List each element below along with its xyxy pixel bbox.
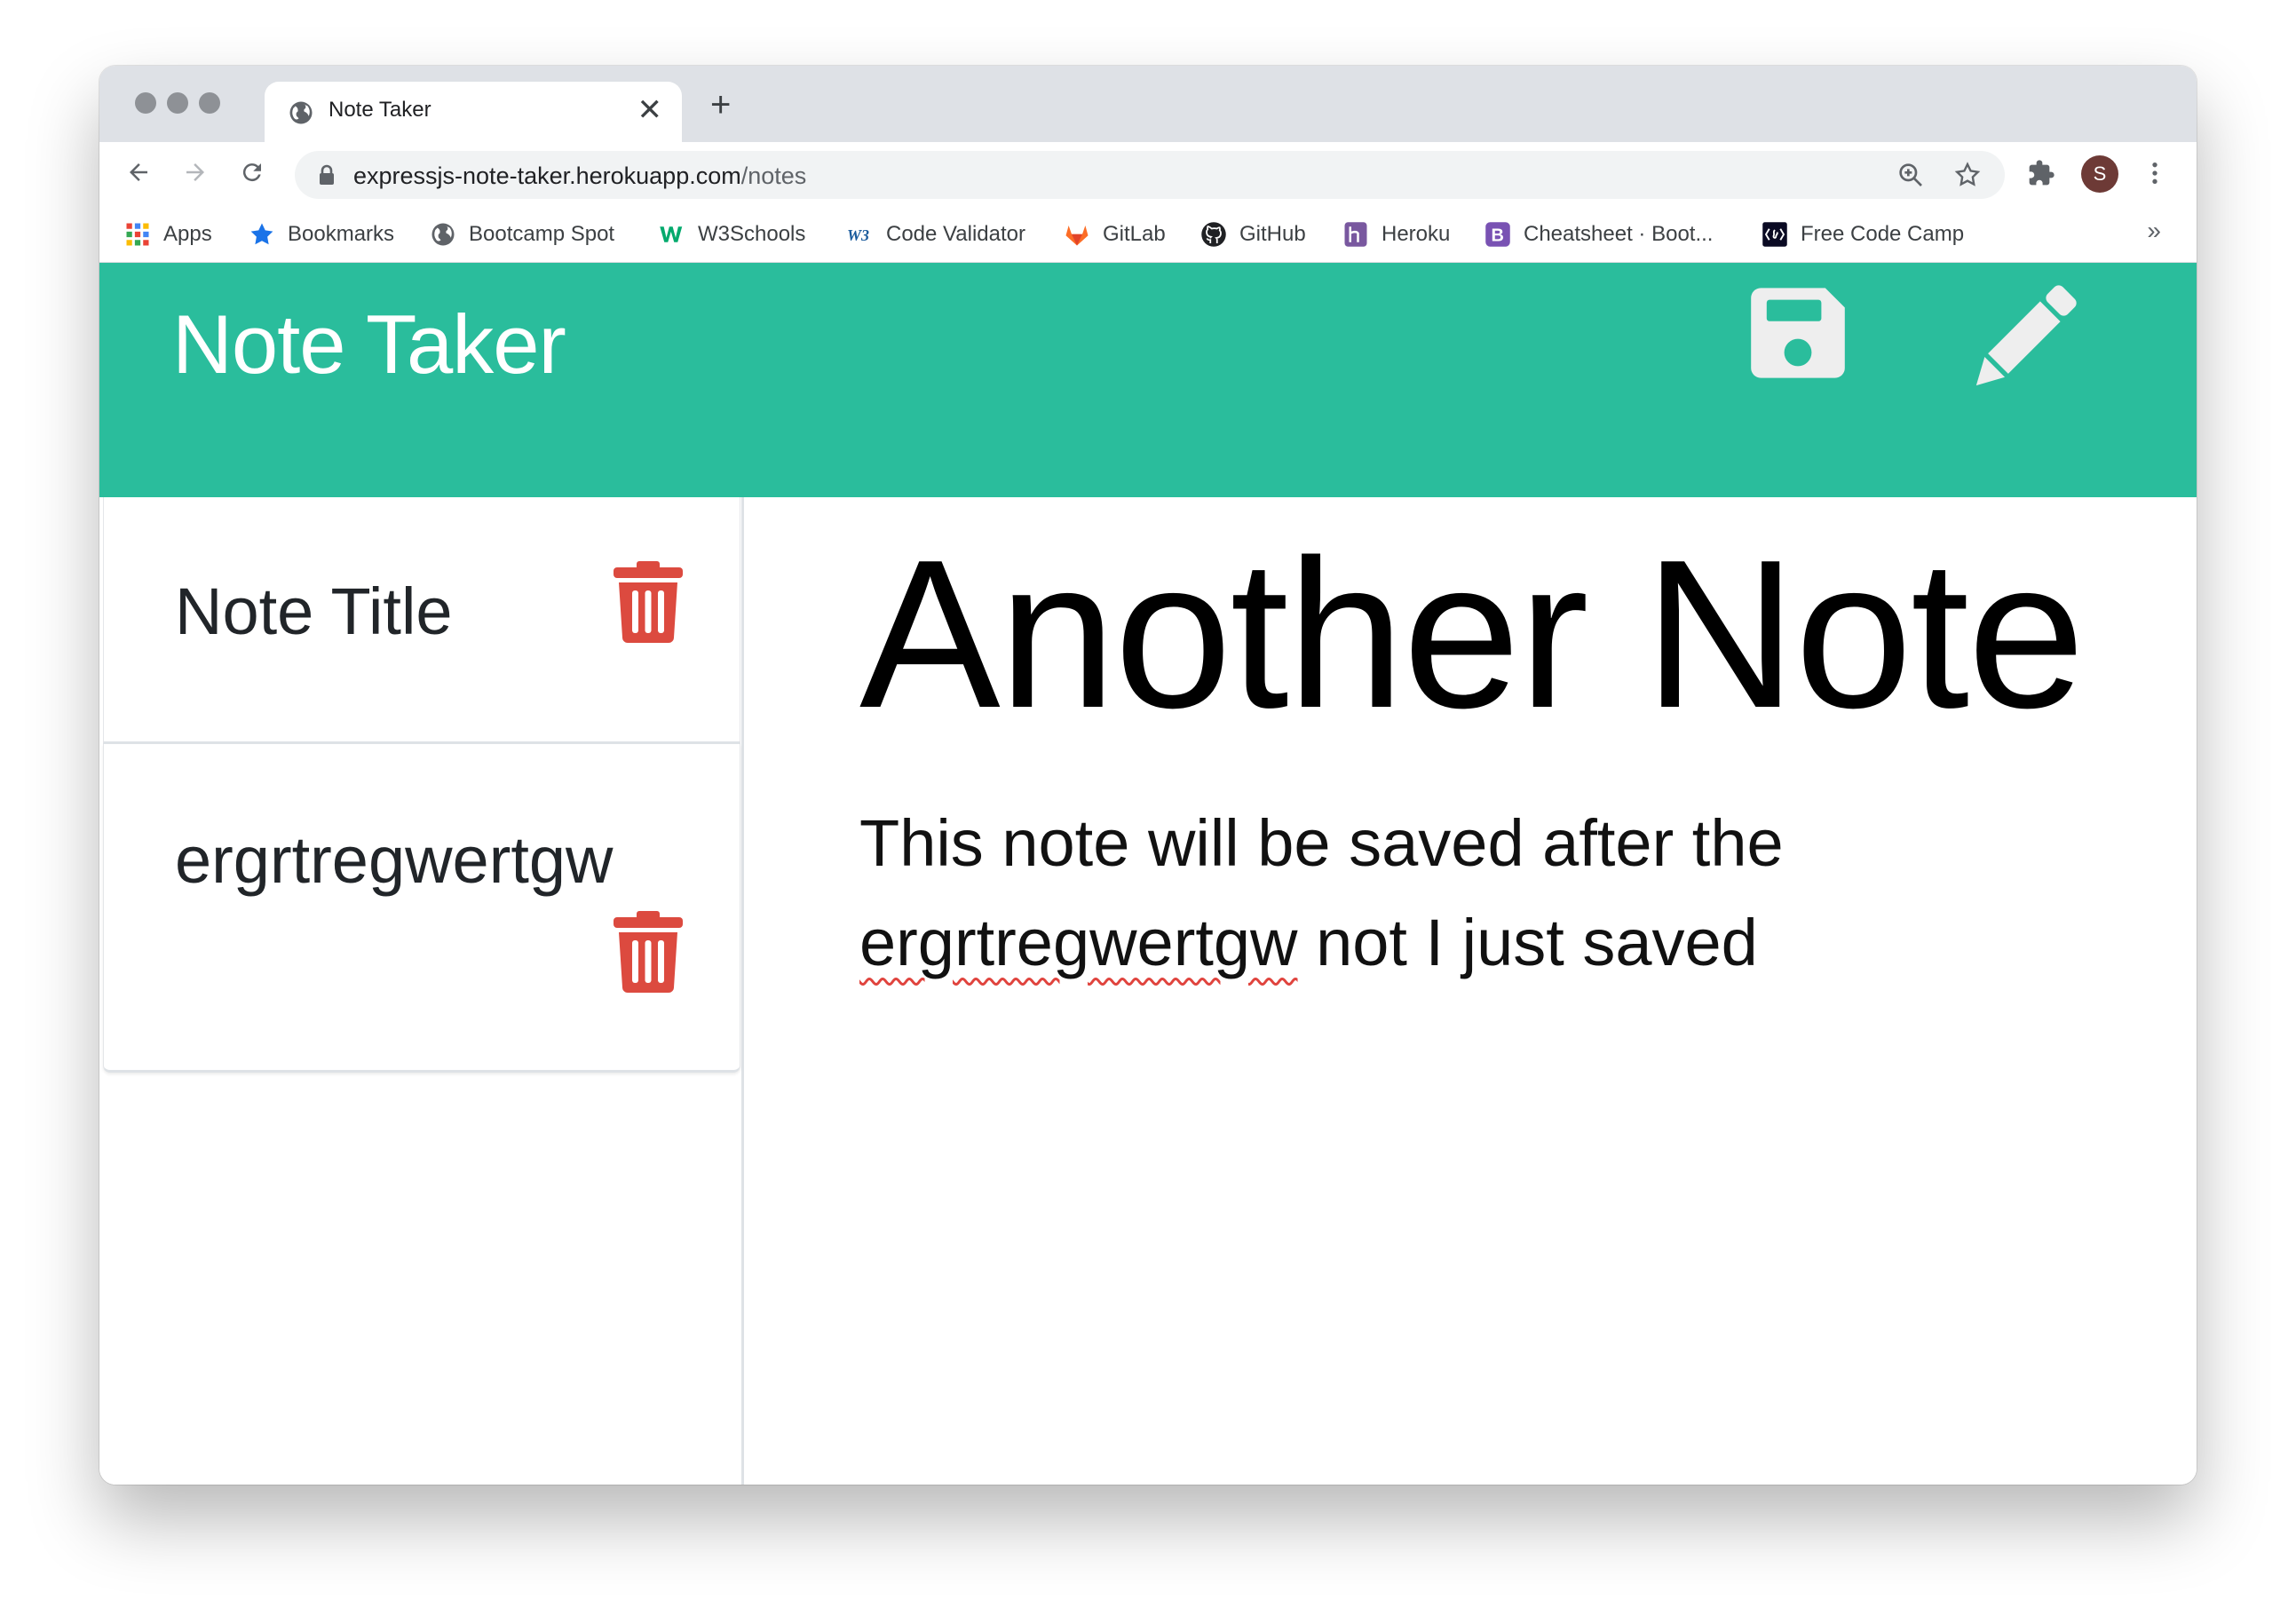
browser-menu-button[interactable]: [2134, 153, 2175, 194]
bookmark-w3schools[interactable]: W3Schools: [659, 218, 805, 250]
tab-title: Note Taker: [329, 98, 431, 122]
note-text-part: not I just saved: [1297, 906, 1758, 979]
globe-icon: [431, 223, 455, 246]
bookmark-label: GitLab: [1103, 222, 1166, 246]
bookmark-label: W3Schools: [698, 222, 806, 246]
bookmark-label: Bootcamp Spot: [469, 222, 615, 246]
url-path: /notes: [740, 162, 807, 189]
bookmark-label: Heroku: [1382, 222, 1451, 246]
bookmark-bootcamp-spot[interactable]: Bootcamp Spot: [430, 218, 614, 250]
reload-icon: [242, 163, 261, 182]
notes-sidebar: Note Title ergrtregwertgw: [99, 497, 744, 1485]
bookmark-gitlab[interactable]: GitLab: [1064, 218, 1166, 250]
w3schools-icon: [660, 226, 683, 242]
github-icon: [1201, 222, 1226, 247]
note-title-input[interactable]: Another Note: [859, 529, 2085, 741]
star-icon: [250, 223, 273, 245]
save-note-icon[interactable]: [1749, 284, 1847, 382]
more-vert-icon: [2152, 162, 2157, 184]
note-text-area[interactable]: This note will be saved after the ergrtr…: [859, 794, 1889, 993]
bookmarks-bar: Apps Bookmarks Bootcamp Spot W3Schools W…: [99, 206, 2197, 263]
bookmark-cheatsheet[interactable]: B Cheatsheet · Boot...: [1484, 218, 1713, 250]
bookmark-free-code-camp[interactable]: Free Code Camp: [1762, 218, 1964, 250]
bookmark-github[interactable]: GitHub: [1200, 218, 1306, 250]
url-text: expressjs-note-taker.herokuapp.com/notes: [353, 162, 806, 190]
maximize-window-button[interactable]: [199, 92, 220, 114]
heroku-icon: [1344, 222, 1367, 247]
trash-icon[interactable]: [614, 561, 683, 643]
note-list-item[interactable]: Note Title: [103, 497, 740, 744]
bookmark-apps[interactable]: Apps: [124, 218, 212, 250]
profile-avatar[interactable]: S: [2081, 155, 2118, 193]
tab-note-taker[interactable]: Note Taker ✕: [265, 82, 682, 142]
arrow-left-icon: [130, 163, 147, 181]
globe-icon: [289, 101, 313, 124]
bookmark-label: Code Validator: [886, 222, 1025, 246]
bookmark-label: Apps: [163, 222, 212, 246]
new-tab-button[interactable]: +: [710, 85, 731, 125]
puzzle-icon: [2029, 160, 2055, 186]
minimize-window-button[interactable]: [167, 92, 188, 114]
bookmark-label: Cheatsheet · Boot...: [1524, 222, 1714, 246]
tab-close-icon[interactable]: ✕: [637, 92, 663, 128]
url-host: expressjs-note-taker.herokuapp.com: [353, 162, 741, 189]
bookmark-label: Bookmarks: [288, 222, 395, 246]
browser-toolbar: expressjs-note-taker.herokuapp.com/notes…: [99, 142, 2197, 206]
gitlab-icon: [1065, 226, 1089, 246]
app-title[interactable]: Note Taker: [172, 297, 566, 392]
note-text-part: This note will be saved after the: [859, 806, 1784, 880]
note-list-item[interactable]: ergrtregwertgw: [103, 744, 740, 1073]
arrow-right-icon: [186, 163, 204, 181]
app-header: Note Taker: [99, 263, 2197, 497]
page-content: Note Taker Note Title ergrtregwertgw Ano…: [99, 263, 2197, 1485]
w3c-icon: W3: [847, 226, 869, 244]
bookmark-bookmarks[interactable]: Bookmarks: [249, 218, 394, 250]
zoom-icon[interactable]: [1896, 161, 1925, 189]
back-button[interactable]: [117, 151, 160, 194]
address-bar[interactable]: expressjs-note-taker.herokuapp.com/notes: [295, 151, 2005, 199]
browser-window: Note Taker ✕ + expressjs-note-taker.hero…: [99, 66, 2197, 1485]
tab-strip: Note Taker ✕ +: [99, 66, 2197, 142]
reload-button[interactable]: [231, 151, 273, 194]
bookmark-heroku[interactable]: Heroku: [1342, 218, 1450, 250]
bookmark-code-validator[interactable]: W3 Code Validator: [847, 218, 1025, 250]
freecodecamp-icon: [1762, 222, 1787, 247]
extensions-button[interactable]: [2021, 153, 2062, 194]
bookmark-star-icon[interactable]: [1953, 161, 1982, 189]
close-window-button[interactable]: [135, 92, 156, 114]
new-note-pencil-icon[interactable]: [1962, 281, 2081, 400]
note-item-title[interactable]: ergrtregwertgw: [175, 822, 614, 898]
note-item-title[interactable]: Note Title: [175, 574, 453, 649]
trash-icon[interactable]: [614, 911, 683, 993]
bootstrap-icon: B: [1485, 222, 1510, 247]
apps-grid-icon: [126, 223, 149, 246]
svg-text:B: B: [1492, 226, 1504, 246]
forward-button[interactable]: [174, 151, 217, 194]
svg-text:W3: W3: [847, 226, 869, 244]
bookmark-label: GitHub: [1239, 222, 1306, 246]
bookmarks-overflow-button[interactable]: »: [2147, 217, 2161, 245]
misspelled-word: ergrtregwertgw: [859, 906, 1298, 979]
lock-icon: [320, 164, 334, 185]
bookmark-label: Free Code Camp: [1801, 222, 1965, 246]
